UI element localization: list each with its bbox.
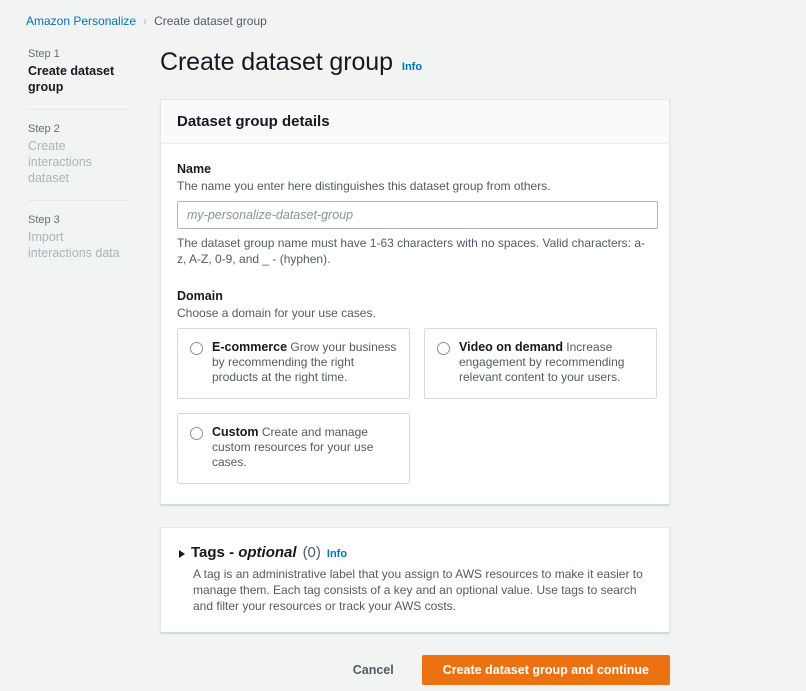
dataset-group-details-card: Dataset group details Name The name you … (160, 99, 670, 505)
domain-option-video-on-demand[interactable]: Video on demand Increase engagement by r… (424, 328, 657, 399)
page-title-info-link[interactable]: Info (402, 61, 422, 73)
domain-field-group: Domain Choose a domain for your use case… (177, 289, 657, 484)
wizard-step-1-number: Step 1 (28, 48, 60, 60)
wizard-step-3-number: Step 3 (28, 214, 60, 226)
name-field-group: Name The name you enter here distinguish… (177, 162, 658, 267)
domain-field-label: Domain (177, 289, 223, 303)
page-title: Create dataset group (160, 48, 393, 76)
breadcrumb-current-page: Create dataset group (154, 14, 267, 28)
radio-unchecked-icon[interactable] (190, 342, 203, 355)
domain-options-group: E-commerce Grow your business by recomme… (177, 328, 658, 484)
tags-info-link[interactable]: Info (327, 548, 347, 560)
breadcrumb: Amazon Personalize › Create dataset grou… (0, 0, 806, 28)
dataset-group-details-header: Dataset group details (161, 100, 669, 144)
chevron-right-icon[interactable] (179, 550, 185, 558)
tags-card: Tags - optional (0) Info A tag is an adm… (160, 527, 670, 633)
radio-unchecked-icon[interactable] (190, 427, 203, 440)
wizard-step-2: Step 2 Create interactions dataset (28, 109, 130, 200)
wizard-step-1[interactable]: Step 1 Create dataset group (28, 48, 130, 109)
breadcrumb-separator-icon: › (143, 14, 147, 28)
dataset-group-details-body: Name The name you enter here distinguish… (161, 144, 669, 504)
name-field-hint: The dataset group name must have 1-63 ch… (177, 236, 646, 266)
wizard-step-3-title: Import interactions data (28, 230, 120, 260)
domain-option-custom-title: Custom (212, 425, 259, 439)
tags-count: (0) (302, 544, 321, 561)
wizard-step-navigation: Step 1 Create dataset group Step 2 Creat… (0, 48, 130, 685)
cancel-button[interactable]: Cancel (345, 657, 402, 683)
page-title-row: Create dataset group Info (160, 48, 806, 77)
domain-option-ecommerce-title: E-commerce (212, 340, 288, 354)
name-field-label: Name (177, 162, 212, 176)
tags-title-text: Tags - (191, 544, 239, 561)
domain-field-description: Choose a domain for your use cases. (177, 306, 376, 320)
domain-option-video-on-demand-title: Video on demand (459, 340, 563, 354)
name-field-description: The name you enter here distinguishes th… (177, 179, 551, 193)
main-content: Create dataset group Info Dataset group … (130, 48, 806, 685)
tags-title: Tags - optional (191, 544, 297, 561)
dataset-group-name-input[interactable] (177, 201, 658, 229)
domain-option-custom[interactable]: Custom Create and manage custom resource… (177, 413, 410, 484)
wizard-step-3: Step 3 Import interactions data (28, 200, 130, 275)
dataset-group-details-title: Dataset group details (177, 113, 330, 130)
breadcrumb-link-amazon-personalize[interactable]: Amazon Personalize (26, 14, 136, 28)
radio-unchecked-icon[interactable] (437, 342, 450, 355)
create-dataset-group-button[interactable]: Create dataset group and continue (421, 655, 670, 685)
domain-option-ecommerce[interactable]: E-commerce Grow your business by recomme… (177, 328, 410, 399)
tags-title-optional: optional (238, 544, 297, 561)
wizard-step-1-title: Create dataset group (28, 64, 115, 94)
form-actions: Cancel Create dataset group and continue (160, 655, 670, 685)
tags-description: A tag is an administrative label that yo… (193, 567, 643, 613)
page-layout: Step 1 Create dataset group Step 2 Creat… (0, 28, 806, 685)
tags-expand-toggle[interactable]: Tags - optional (0) Info (179, 544, 653, 561)
wizard-step-2-title: Create interactions dataset (28, 139, 92, 185)
wizard-step-2-number: Step 2 (28, 123, 60, 135)
